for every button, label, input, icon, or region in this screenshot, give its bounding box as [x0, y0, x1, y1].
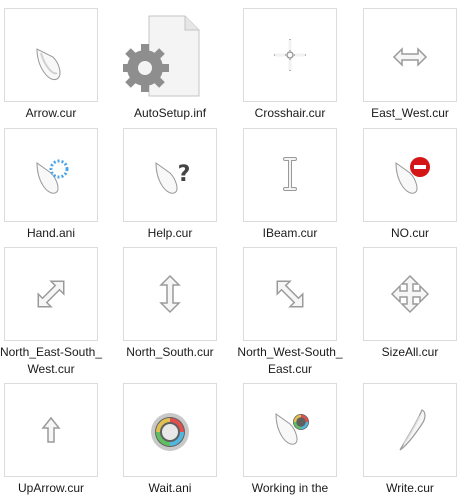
- north-south-cursor-icon: [159, 274, 181, 314]
- file-thumbnail: [123, 8, 217, 102]
- file-item-ibeam[interactable]: IBeam.cur: [235, 128, 345, 242]
- file-thumbnail: [363, 383, 457, 477]
- wait-cursor-icon: [151, 413, 189, 451]
- file-item-up-arrow[interactable]: UpArrow.cur: [0, 383, 106, 497]
- file-thumbnail: [4, 383, 98, 477]
- svg-text:?: ?: [178, 162, 191, 187]
- file-item-north-south[interactable]: North_South.cur: [115, 247, 225, 361]
- hand-busy-cursor-icon: [36, 159, 69, 194]
- file-name: Write.cur: [386, 481, 434, 495]
- file-thumbnail: [123, 247, 217, 341]
- file-name: SizeAll.cur: [381, 345, 439, 359]
- file-name: Help.cur: [147, 226, 193, 240]
- ibeam-cursor-icon: [283, 157, 297, 191]
- file-thumbnail: [363, 8, 457, 102]
- file-thumbnail: [4, 247, 98, 341]
- file-item-no[interactable]: NO.cur: [355, 128, 465, 242]
- file-item-crosshair[interactable]: Crosshair.cur: [235, 8, 345, 122]
- file-thumbnail: [4, 128, 98, 222]
- file-name: NO.cur: [390, 226, 429, 240]
- file-name: Arrow.cur: [25, 106, 77, 120]
- file-item-arrow[interactable]: Arrow.cur: [0, 8, 106, 122]
- arrow-cursor-icon: [36, 48, 61, 81]
- file-item-size-all[interactable]: SizeAll.cur: [355, 247, 465, 361]
- file-name: North_South.cur: [126, 345, 214, 359]
- pen-cursor-icon: [399, 409, 426, 451]
- file-thumbnail: [363, 128, 457, 222]
- file-name: AutoSetup.inf: [133, 106, 207, 120]
- file-item-working[interactable]: Working in the: [235, 383, 345, 497]
- north-west-south-east-cursor-icon: [276, 280, 304, 308]
- file-item-autosetup[interactable]: AutoSetup.inf: [115, 8, 225, 122]
- file-name: Working in the: [251, 481, 329, 495]
- file-thumbnail: [4, 8, 98, 102]
- file-name: Hand.ani: [26, 226, 76, 240]
- file-thumbnail: [123, 383, 217, 477]
- file-name: East_West.cur: [371, 106, 449, 120]
- no-cursor-icon: [395, 157, 430, 194]
- help-cursor-icon: ?: [155, 162, 191, 194]
- file-name: IBeam.cur: [262, 226, 318, 240]
- file-name: Crosshair.cur: [254, 106, 326, 120]
- file-thumbnail: [243, 247, 337, 341]
- north-east-south-west-cursor-icon: [37, 280, 65, 308]
- file-thumbnail: [243, 383, 337, 477]
- file-item-north-east-south-west[interactable]: North_East-South_West.cur: [0, 247, 106, 378]
- file-thumbnail: [243, 8, 337, 102]
- file-item-wait[interactable]: Wait.ani: [115, 383, 225, 497]
- file-item-write[interactable]: Write.cur: [355, 383, 465, 497]
- crosshair-cursor-icon: [274, 39, 306, 71]
- settings-file-icon: [123, 15, 200, 97]
- file-name: UpArrow.cur: [17, 481, 85, 495]
- file-name: North_East-South_West.cur: [0, 345, 103, 376]
- working-cursor-icon: [275, 413, 309, 445]
- file-thumbnail: [243, 128, 337, 222]
- file-item-east-west[interactable]: East_West.cur: [355, 8, 465, 122]
- file-item-hand[interactable]: Hand.ani: [0, 128, 106, 242]
- file-item-help[interactable]: ? Help.cur: [115, 128, 225, 242]
- file-thumbnail: [363, 247, 457, 341]
- file-name: Wait.ani: [148, 481, 192, 495]
- file-grid: Arrow.cur AutoSetup.inf Crosshair.cur Ea…: [0, 0, 473, 499]
- file-item-north-west-south-east[interactable]: North_West-South_East.cur: [235, 247, 345, 378]
- up-arrow-cursor-icon: [41, 416, 61, 443]
- file-thumbnail: ?: [123, 128, 217, 222]
- east-west-cursor-icon: [392, 47, 428, 67]
- file-name: North_West-South_East.cur: [237, 345, 343, 376]
- size-all-cursor-icon: [390, 274, 430, 314]
